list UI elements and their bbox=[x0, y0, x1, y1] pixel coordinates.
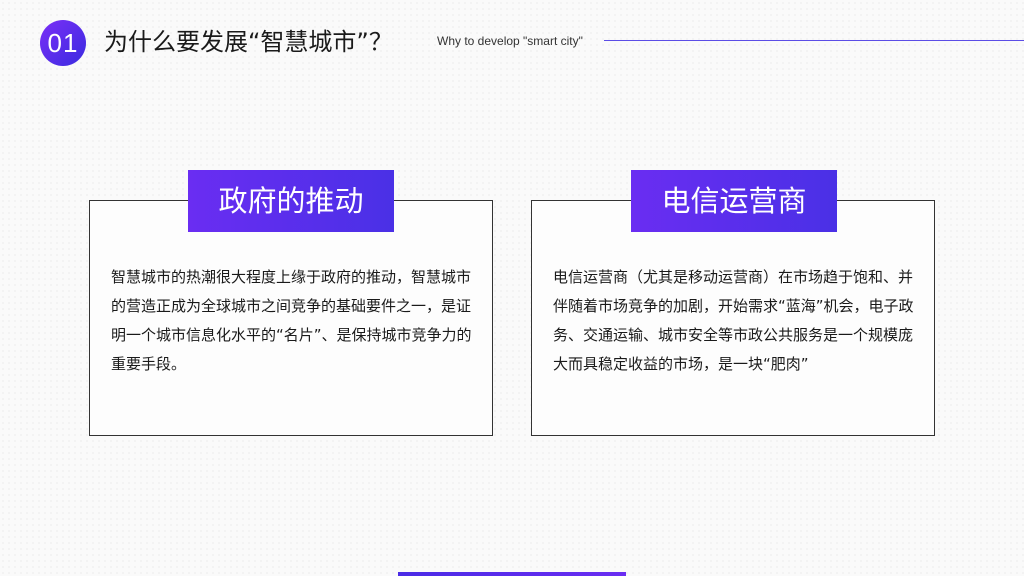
page-title: 为什么要发展“智慧城市”？ bbox=[104, 28, 393, 56]
card-heading-government: 政府的推动 bbox=[188, 170, 394, 232]
page-subtitle: Why to develop "smart city" bbox=[437, 34, 583, 48]
section-number-badge: 01 bbox=[40, 20, 86, 66]
card-heading-telecom: 电信运营商 bbox=[631, 170, 837, 232]
card-body-government: 智慧城市的热潮很大程度上缘于政府的推动，智慧城市的营造正成为全球城市之间竞争的基… bbox=[111, 268, 472, 373]
bottom-accent-bar bbox=[398, 572, 626, 576]
card-body-telecom: 电信运营商（尤其是移动运营商）在市场趋于饱和、并伴随着市场竞争的加剧，开始需求“… bbox=[553, 268, 914, 373]
title-divider-line bbox=[604, 40, 1024, 41]
